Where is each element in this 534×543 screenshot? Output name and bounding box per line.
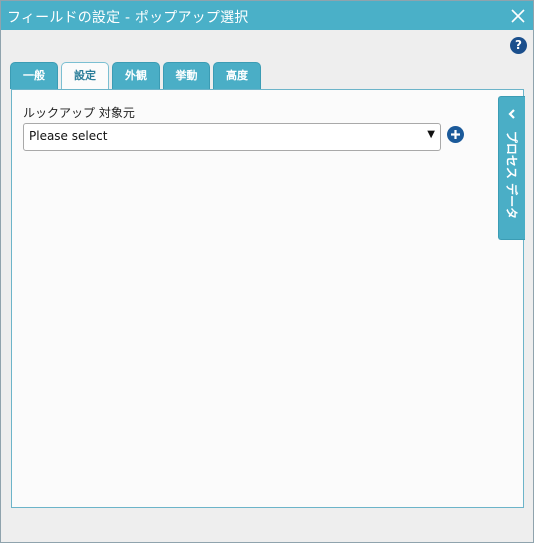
lookup-source-select[interactable]: Please select ▼ (23, 123, 441, 151)
tab-appearance[interactable]: 外観 (112, 62, 160, 89)
chevron-left-icon (506, 105, 518, 119)
tab-content-panel: ルックアップ 対象元 Please select ▼ プロセス データ (11, 89, 525, 508)
title-bar[interactable]: フィールドの設定 - ポップアップ選択 (1, 1, 533, 30)
tab-general[interactable]: 一般 (10, 62, 58, 89)
help-icon[interactable]: ? (510, 37, 527, 54)
process-data-panel-toggle[interactable]: プロセス データ (498, 96, 525, 240)
popup-select-dialog: フィールドの設定 - ポップアップ選択 ? 一般 設定 外観 挙動 高度 ルック… (0, 0, 534, 543)
tab-behavior[interactable]: 挙動 (163, 62, 210, 89)
tab-settings[interactable]: 設定 (61, 62, 109, 90)
process-data-label: プロセス データ (504, 130, 519, 220)
lookup-source-label: ルックアップ 対象元 (23, 106, 135, 120)
dialog-title: フィールドの設定 - ポップアップ選択 (7, 10, 249, 26)
tab-advanced[interactable]: 高度 (213, 62, 261, 89)
plus-circle-icon[interactable] (447, 126, 464, 143)
close-icon[interactable] (509, 5, 527, 25)
lookup-source-selected-value: Please select (29, 129, 108, 143)
triangle-down-icon: ▼ (427, 129, 435, 140)
